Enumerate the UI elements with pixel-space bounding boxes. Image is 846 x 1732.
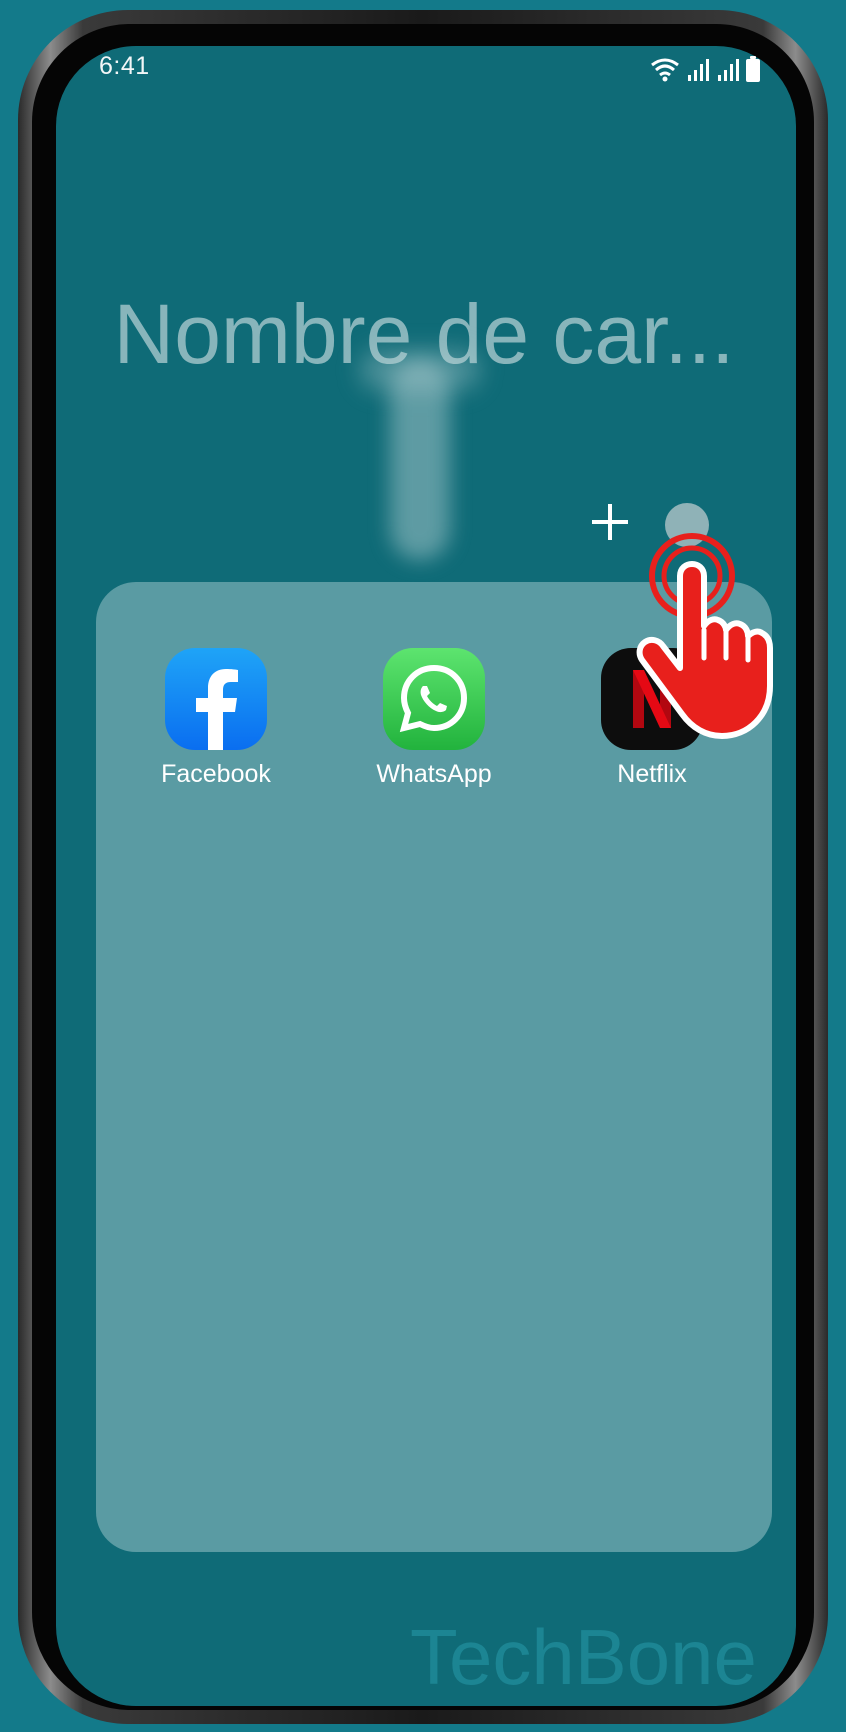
watermark: TechBone: [410, 1613, 757, 1701]
status-icons: [650, 52, 760, 82]
whatsapp-icon: [383, 648, 485, 750]
tap-indicator-icon: [636, 533, 773, 739]
app-label: Facebook: [161, 760, 271, 788]
app-facebook[interactable]: Facebook: [126, 648, 306, 789]
app-whatsapp[interactable]: WhatsApp: [344, 648, 524, 789]
text-cursor: [390, 360, 450, 560]
signal-icon: [688, 59, 709, 81]
status-time: 6:41: [99, 52, 150, 80]
battery-icon: [746, 56, 760, 82]
app-label: WhatsApp: [376, 760, 492, 788]
add-apps-button[interactable]: [588, 500, 632, 544]
wifi-icon: [651, 58, 679, 82]
facebook-icon: [165, 648, 267, 750]
signal-icon-2: [718, 59, 739, 81]
app-label: Netflix: [617, 760, 687, 788]
